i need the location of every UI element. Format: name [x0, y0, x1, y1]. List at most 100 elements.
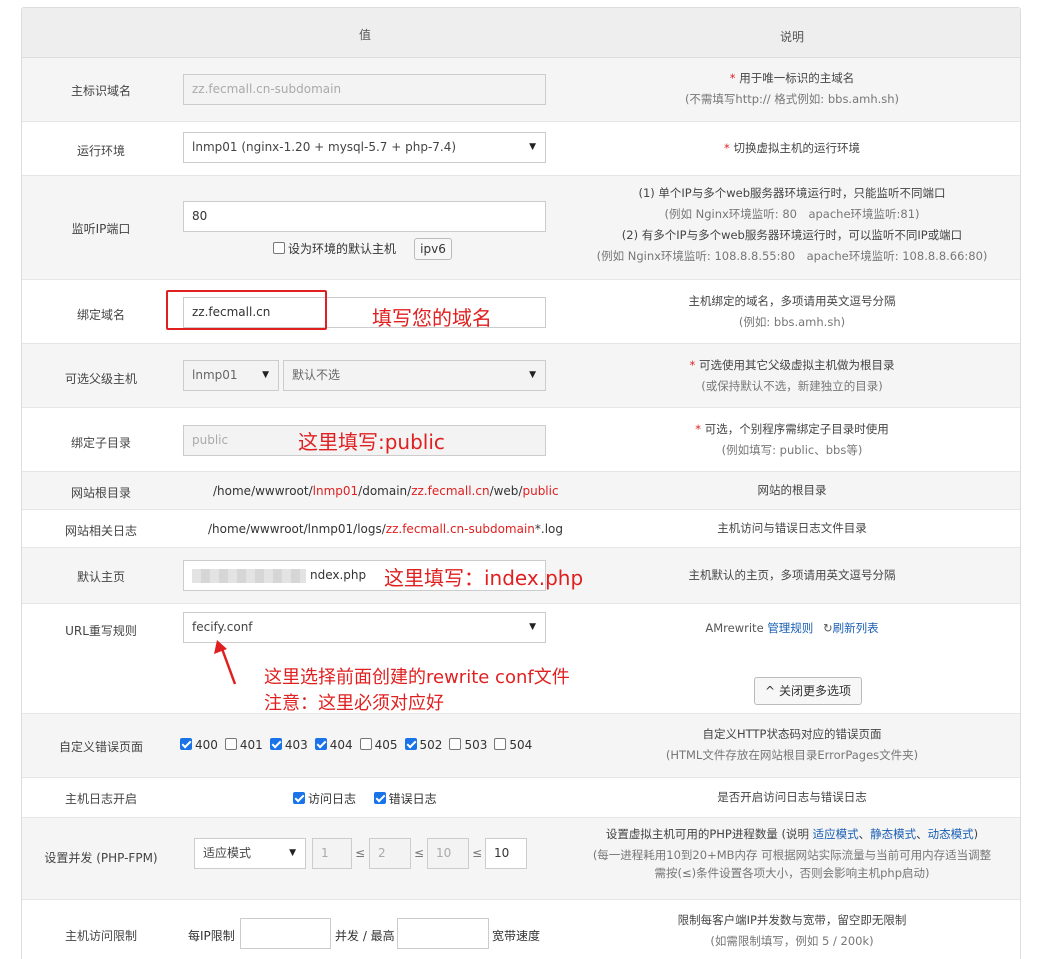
port-desc-line2: (例如 Nginx环境监听: 80 apache环境监听:81): [664, 207, 920, 221]
fpm-mode-select[interactable]: 适应模式 ▼: [194, 838, 306, 869]
fpm-value-2[interactable]: 2: [369, 838, 411, 869]
web-root-path: /home/wwwroot/lnmp01/domain/zz.fecmall.c…: [213, 484, 559, 498]
port-row: 监听IP端口 80 设为环境的默认主机 ipv6 (1) 单个IP与多个web服…: [22, 176, 1020, 280]
error-code-checkbox[interactable]: [269, 738, 282, 750]
bind-domain-desc-text: 主机绑定的域名，多项请用英文逗号分隔: [688, 294, 896, 308]
bind-domain-row: 绑定域名 zz.fecmall.cn 填写您的域名 主机绑定的域名，多项请用英文…: [22, 280, 1020, 344]
port-input[interactable]: 80: [183, 201, 546, 232]
description-column-header: 说明: [779, 30, 804, 44]
error-code-checkbox[interactable]: [314, 738, 327, 750]
path-segment: *.log: [534, 522, 563, 536]
access-log-checkbox[interactable]: [293, 792, 305, 804]
concurrency-desc-sub2: 需按(≤)条件设置各项大小，否则会影响主机php启动): [654, 866, 930, 880]
error-code-option: 400: [180, 738, 218, 752]
error-code-option: 502: [404, 738, 443, 752]
table-header: 值 说明: [22, 8, 1020, 58]
access-limit-desc-text: 限制每客户端IP并发数与宽带，留空即无限制: [677, 913, 907, 927]
rewrite-select[interactable]: fecify.conf ▼: [183, 612, 546, 643]
path-segment: /home/wwwroot/: [213, 484, 313, 498]
logs-row: 网站相关日志 /home/wwwroot/lnmp01/logs/zz.fecm…: [22, 510, 1020, 548]
adaptive-mode-link[interactable]: 适应模式: [813, 827, 859, 841]
fpm-value-1[interactable]: 1: [312, 838, 352, 869]
env-desc-text: 切换虚拟主机的运行环境: [733, 141, 860, 155]
ipv6-button[interactable]: ipv6: [414, 238, 452, 260]
refresh-icon[interactable]: ↻: [823, 621, 833, 635]
logs-path: /home/wwwroot/lnmp01/logs/zz.fecmall.cn-…: [208, 522, 563, 536]
less-equal-sign: ≤: [355, 846, 366, 860]
bind-domain-label: 绑定域名: [76, 308, 125, 322]
parent-host-row: 可选父级主机 lnmp01 ▼ 默认不选 ▼ * 可选使用其它父级虚拟主机做为根…: [22, 344, 1020, 408]
dynamic-mode-link[interactable]: 动态模式: [928, 827, 974, 841]
close-more-options-button[interactable]: ^ 关闭更多选项: [754, 677, 862, 705]
main-domain-desc-text: 用于唯一标识的主域名: [739, 71, 855, 85]
host-log-row: 主机日志开启 访问日志 错误日志 是否开启访问日志与错误日志: [22, 778, 1020, 818]
static-mode-link[interactable]: 静态模式: [870, 827, 916, 841]
rewrite-row: URL重写规则 fecify.conf ▼ AMrewrite 管理规则 ↻刷新…: [22, 604, 1020, 714]
chevron-down-icon: ▼: [262, 370, 269, 380]
concurrency-row: 设置并发 (PHP-FPM) 适应模式 ▼ 1 ≤ 2 ≤ 10 ≤ 10 设置…: [22, 818, 1020, 900]
main-domain-desc-sub: (不需填写http:// 格式例如: bbs.amh.sh): [684, 92, 900, 106]
separator: 、: [858, 827, 871, 841]
error-code-label: 504: [509, 738, 533, 752]
host-log-label: 主机日志开启: [64, 792, 137, 806]
rewrite-annotation-line2: 注意：这里必须对应好: [264, 693, 444, 714]
env-row: 运行环境 lnmp01 (nginx-1.20 + mysql-5.7 + ph…: [22, 122, 1020, 176]
error-code-checkbox[interactable]: [449, 738, 462, 750]
error-code-label: 405: [374, 738, 398, 752]
parent-host-value: 默认不选: [292, 368, 341, 382]
error-code-option: 401: [224, 738, 263, 752]
web-root-label: 网站根目录: [70, 486, 131, 500]
default-host-checkbox[interactable]: [273, 242, 285, 254]
refresh-list-link[interactable]: 刷新列表: [833, 621, 879, 635]
parent-host-select[interactable]: 默认不选 ▼: [283, 360, 546, 391]
amrewrite-label: AMrewrite: [705, 621, 764, 635]
port-desc: (1) 单个IP与多个web服务器环境运行时，只能监听不同端口 (例如 Ngin…: [582, 183, 1002, 267]
bind-domain-desc: 主机绑定的域名，多项请用英文逗号分隔 (例如: bbs.amh.sh): [582, 291, 1002, 333]
host-log-desc: 是否开启访问日志与错误日志: [717, 790, 867, 804]
manage-rules-link[interactable]: 管理规则: [767, 621, 813, 635]
bind-domain-desc-sub: (例如: bbs.amh.sh): [738, 315, 846, 329]
env-select[interactable]: lnmp01 (nginx-1.20 + mysql-5.7 + php-7.4…: [183, 132, 546, 163]
env-desc: * 切换虚拟主机的运行环境: [582, 138, 1002, 159]
error-code-option: 404: [314, 738, 353, 752]
fpm-value-3[interactable]: 10: [427, 838, 469, 869]
error-log-checkbox[interactable]: [373, 792, 386, 804]
error-code-option: 403: [269, 738, 308, 752]
chevron-down-icon: ▼: [289, 848, 296, 858]
close-more-options-label: 关闭更多选项: [778, 684, 851, 698]
concurrent-limit-input[interactable]: [240, 918, 331, 949]
index-page-row: 默认主页 ndex.php 这里填写：index.php 主机默认的主页，多项请…: [22, 548, 1020, 604]
web-root-desc: 网站的根目录: [757, 483, 827, 497]
chevron-down-icon: ▼: [529, 370, 536, 380]
per-ip-label: 每IP限制: [188, 929, 235, 943]
error-code-label: 401: [239, 738, 263, 752]
host-log-options: 访问日志 错误日志: [293, 790, 437, 807]
required-star: *: [724, 141, 730, 155]
parent-env-select[interactable]: lnmp01 ▼: [183, 360, 279, 391]
error-code-label: 502: [419, 738, 443, 752]
main-domain-input[interactable]: zz.fecmall.cn-subdomain: [183, 74, 546, 105]
chevron-up-icon: ^: [765, 684, 776, 698]
required-star: *: [729, 71, 736, 85]
error-code-checkbox[interactable]: [359, 738, 372, 750]
error-pages-desc-text: 自定义HTTP状态码对应的错误页面: [702, 727, 882, 741]
path-segment: /home/wwwroot/lnmp01/logs/: [208, 522, 386, 536]
vhost-settings-panel: 值 说明 主标识域名 zz.fecmall.cn-subdomain * 用于唯…: [21, 7, 1021, 959]
error-code-checkbox[interactable]: [404, 738, 417, 750]
port-desc-line4: (例如 Nginx环境监听: 108.8.8.55:80 apache环境监听:…: [596, 249, 988, 263]
error-pages-desc-sub: (HTML文件存放在网站根目录ErrorPages文件夹): [665, 748, 919, 762]
subdir-annotation: 这里填写:public: [298, 430, 445, 454]
error-code-checkbox[interactable]: [494, 738, 507, 750]
less-equal-sign: ≤: [414, 846, 425, 860]
fpm-value-4[interactable]: 10: [485, 838, 527, 869]
index-page-desc: 主机默认的主页，多项请用英文逗号分隔: [688, 568, 896, 582]
error-code-checkbox[interactable]: [224, 738, 237, 750]
concurrency-desc-sub1: (每一进程耗用10到20+MB内存 可根据网站实际流量与当前可用内存适当调整: [592, 848, 992, 862]
error-code-checkbox[interactable]: [180, 738, 192, 750]
path-segment-subdir: public: [522, 484, 559, 498]
error-code-option: 503: [449, 738, 487, 752]
bandwidth-limit-input[interactable]: [397, 918, 489, 949]
error-code-label: 503: [464, 738, 488, 752]
error-code-label: 403: [284, 738, 308, 752]
parent-host-desc-text: 可选使用其它父级虚拟主机做为根目录: [698, 358, 895, 372]
